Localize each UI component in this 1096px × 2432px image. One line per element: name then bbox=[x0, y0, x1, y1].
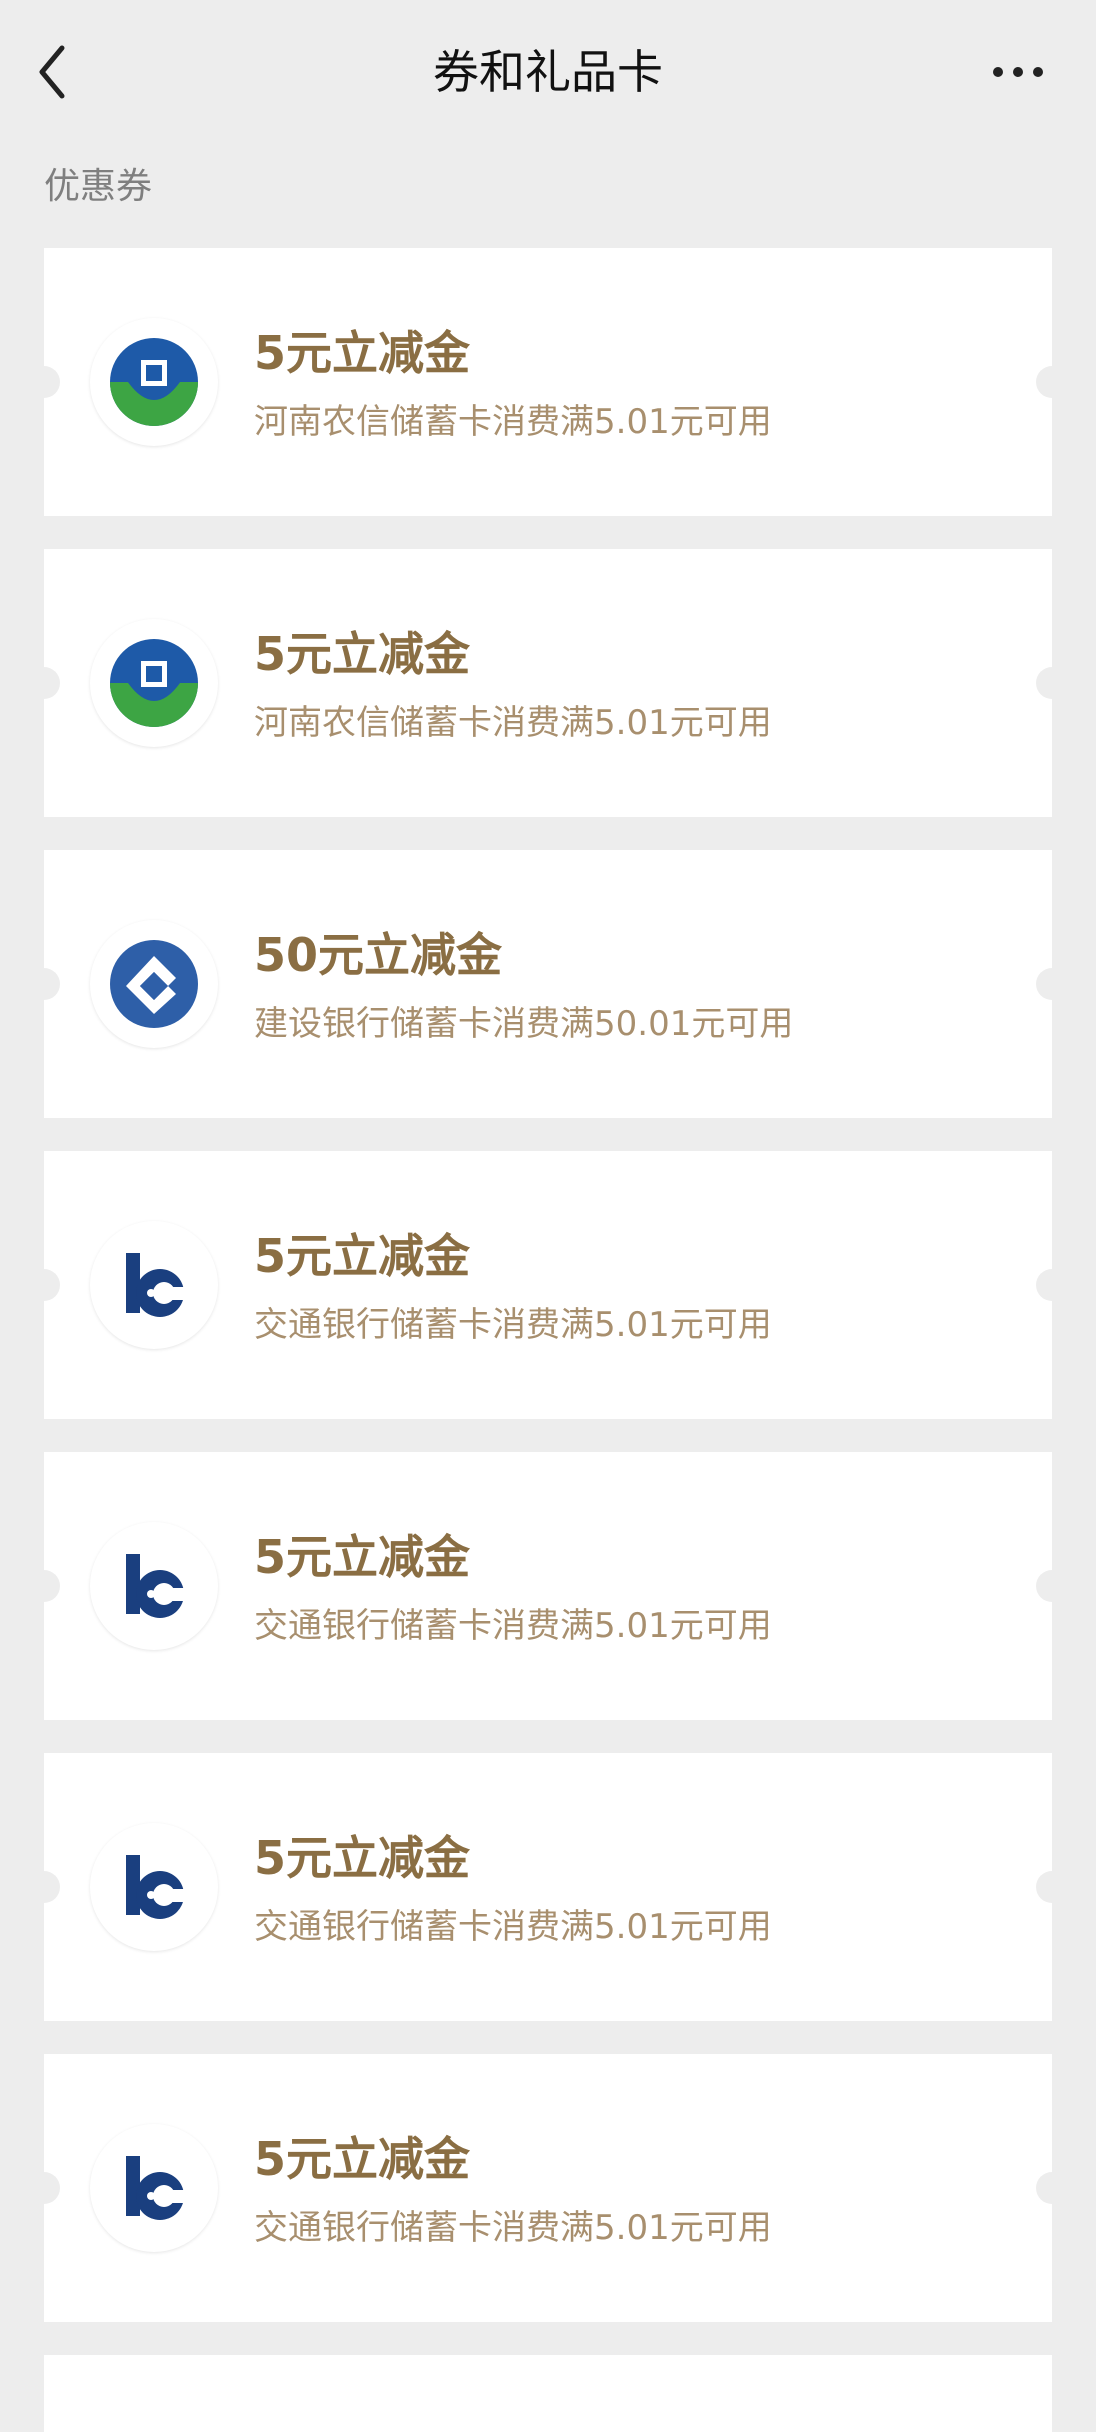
coupon-description: 河南农信储蓄卡消费满5.01元可用 bbox=[254, 703, 772, 743]
bocom-logo-icon bbox=[90, 1522, 218, 1650]
ticket-notch bbox=[1036, 1269, 1068, 1301]
ticket-notch bbox=[1036, 667, 1068, 699]
coupon-card[interactable]: 5元立减金交通银行储蓄卡消费满5.01元可用 bbox=[28, 1452, 1068, 1720]
ticket-notch bbox=[1036, 366, 1068, 398]
coupon-description: 建设银行储蓄卡消费满50.01元可用 bbox=[254, 1004, 794, 1044]
coupon-title: 5元立减金 bbox=[254, 1831, 471, 1885]
more-horizontal-icon bbox=[993, 67, 1043, 77]
ticket-notch bbox=[28, 1570, 60, 1602]
page-title: 券和礼品卡 bbox=[433, 45, 663, 99]
ticket-notch bbox=[1036, 1570, 1068, 1602]
coupon-card[interactable] bbox=[44, 2355, 1052, 2432]
ticket-notch bbox=[1036, 1871, 1068, 1903]
section-label-coupons: 优惠券 bbox=[44, 166, 153, 207]
henan-rural-credit-logo-icon bbox=[90, 619, 218, 747]
ticket-notch bbox=[28, 968, 60, 1000]
ticket-notch bbox=[1036, 2172, 1068, 2204]
bocom-logo-icon bbox=[90, 1823, 218, 1951]
coupon-title: 50元立减金 bbox=[254, 928, 503, 982]
coupon-card[interactable]: 5元立减金交通银行储蓄卡消费满5.01元可用 bbox=[28, 2054, 1068, 2322]
ticket-notch bbox=[28, 1269, 60, 1301]
more-button[interactable] bbox=[990, 52, 1046, 92]
coupon-description: 交通银行储蓄卡消费满5.01元可用 bbox=[254, 1907, 772, 1947]
coupon-title: 5元立减金 bbox=[254, 1530, 471, 1584]
ticket-notch bbox=[28, 667, 60, 699]
coupon-description: 河南农信储蓄卡消费满5.01元可用 bbox=[254, 402, 772, 442]
coupon-card[interactable]: 5元立减金交通银行储蓄卡消费满5.01元可用 bbox=[28, 1151, 1068, 1419]
coupon-card[interactable]: 5元立减金交通银行储蓄卡消费满5.01元可用 bbox=[28, 1753, 1068, 2021]
coupon-card[interactable]: 50元立减金建设银行储蓄卡消费满50.01元可用 bbox=[28, 850, 1068, 1118]
nav-bar: 券和礼品卡 bbox=[0, 0, 1096, 144]
ticket-notch bbox=[28, 1871, 60, 1903]
coupon-card[interactable]: 5元立减金河南农信储蓄卡消费满5.01元可用 bbox=[28, 248, 1068, 516]
coupon-description: 交通银行储蓄卡消费满5.01元可用 bbox=[254, 2208, 772, 2248]
ccb-logo-icon bbox=[90, 920, 218, 1048]
coupon-description: 交通银行储蓄卡消费满5.01元可用 bbox=[254, 1606, 772, 1646]
ticket-notch bbox=[28, 366, 60, 398]
coupon-card[interactable]: 5元立减金河南农信储蓄卡消费满5.01元可用 bbox=[28, 549, 1068, 817]
coupon-title: 5元立减金 bbox=[254, 326, 471, 380]
coupon-title: 5元立减金 bbox=[254, 2132, 471, 2186]
coupon-title: 5元立减金 bbox=[254, 627, 471, 681]
henan-rural-credit-logo-icon bbox=[90, 318, 218, 446]
coupon-description: 交通银行储蓄卡消费满5.01元可用 bbox=[254, 1305, 772, 1345]
ticket-notch bbox=[28, 2172, 60, 2204]
bocom-logo-icon bbox=[90, 1221, 218, 1349]
coupon-title: 5元立减金 bbox=[254, 1229, 471, 1283]
bocom-logo-icon bbox=[90, 2124, 218, 2252]
ticket-notch bbox=[1036, 968, 1068, 1000]
